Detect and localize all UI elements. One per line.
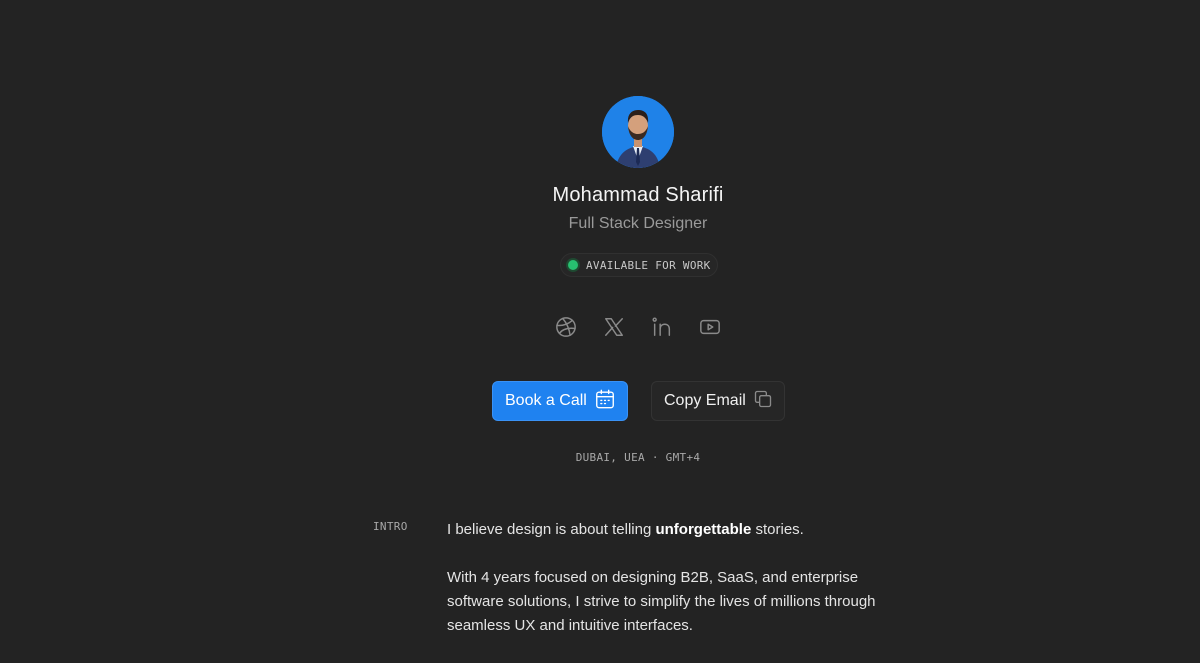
profile-page: Mohammad Sharifi Full Stack Designer AVA… [0, 0, 1200, 663]
profile-role: Full Stack Designer [568, 215, 708, 232]
profile-name: Mohammad Sharifi [552, 184, 724, 206]
social-links [554, 316, 724, 342]
status-dot-icon [568, 260, 578, 270]
x-link[interactable] [602, 316, 626, 342]
dribbble-icon [555, 316, 577, 343]
intro-statement: I believe design is about telling unforg… [447, 521, 804, 538]
book-call-label: Book a Call [505, 392, 587, 409]
avatar [602, 96, 674, 168]
intro-label: INTRO [373, 520, 408, 533]
youtube-link[interactable] [698, 316, 722, 342]
book-call-button[interactable]: Book a Call [492, 381, 628, 421]
availability-badge: AVAILABLE FOR WORK [560, 253, 718, 277]
copy-icon [753, 389, 773, 414]
copy-email-button[interactable]: Copy Email [651, 381, 785, 421]
linkedin-link[interactable] [650, 316, 674, 342]
availability-text: AVAILABLE FOR WORK [586, 258, 711, 272]
linkedin-icon [651, 316, 673, 343]
intro-body: I believe design is about telling unforg… [447, 518, 897, 662]
x-icon [603, 316, 625, 343]
calendar-icon [594, 388, 616, 415]
location-text: DUBAI, UEA · GMT+4 [575, 451, 701, 464]
dribbble-link[interactable] [554, 316, 578, 342]
intro-paragraph: With 4 years focused on designing B2B, S… [447, 569, 876, 634]
copy-email-label: Copy Email [664, 392, 746, 409]
intro-emphasis: unforgettable [655, 521, 752, 538]
youtube-icon [698, 316, 722, 343]
